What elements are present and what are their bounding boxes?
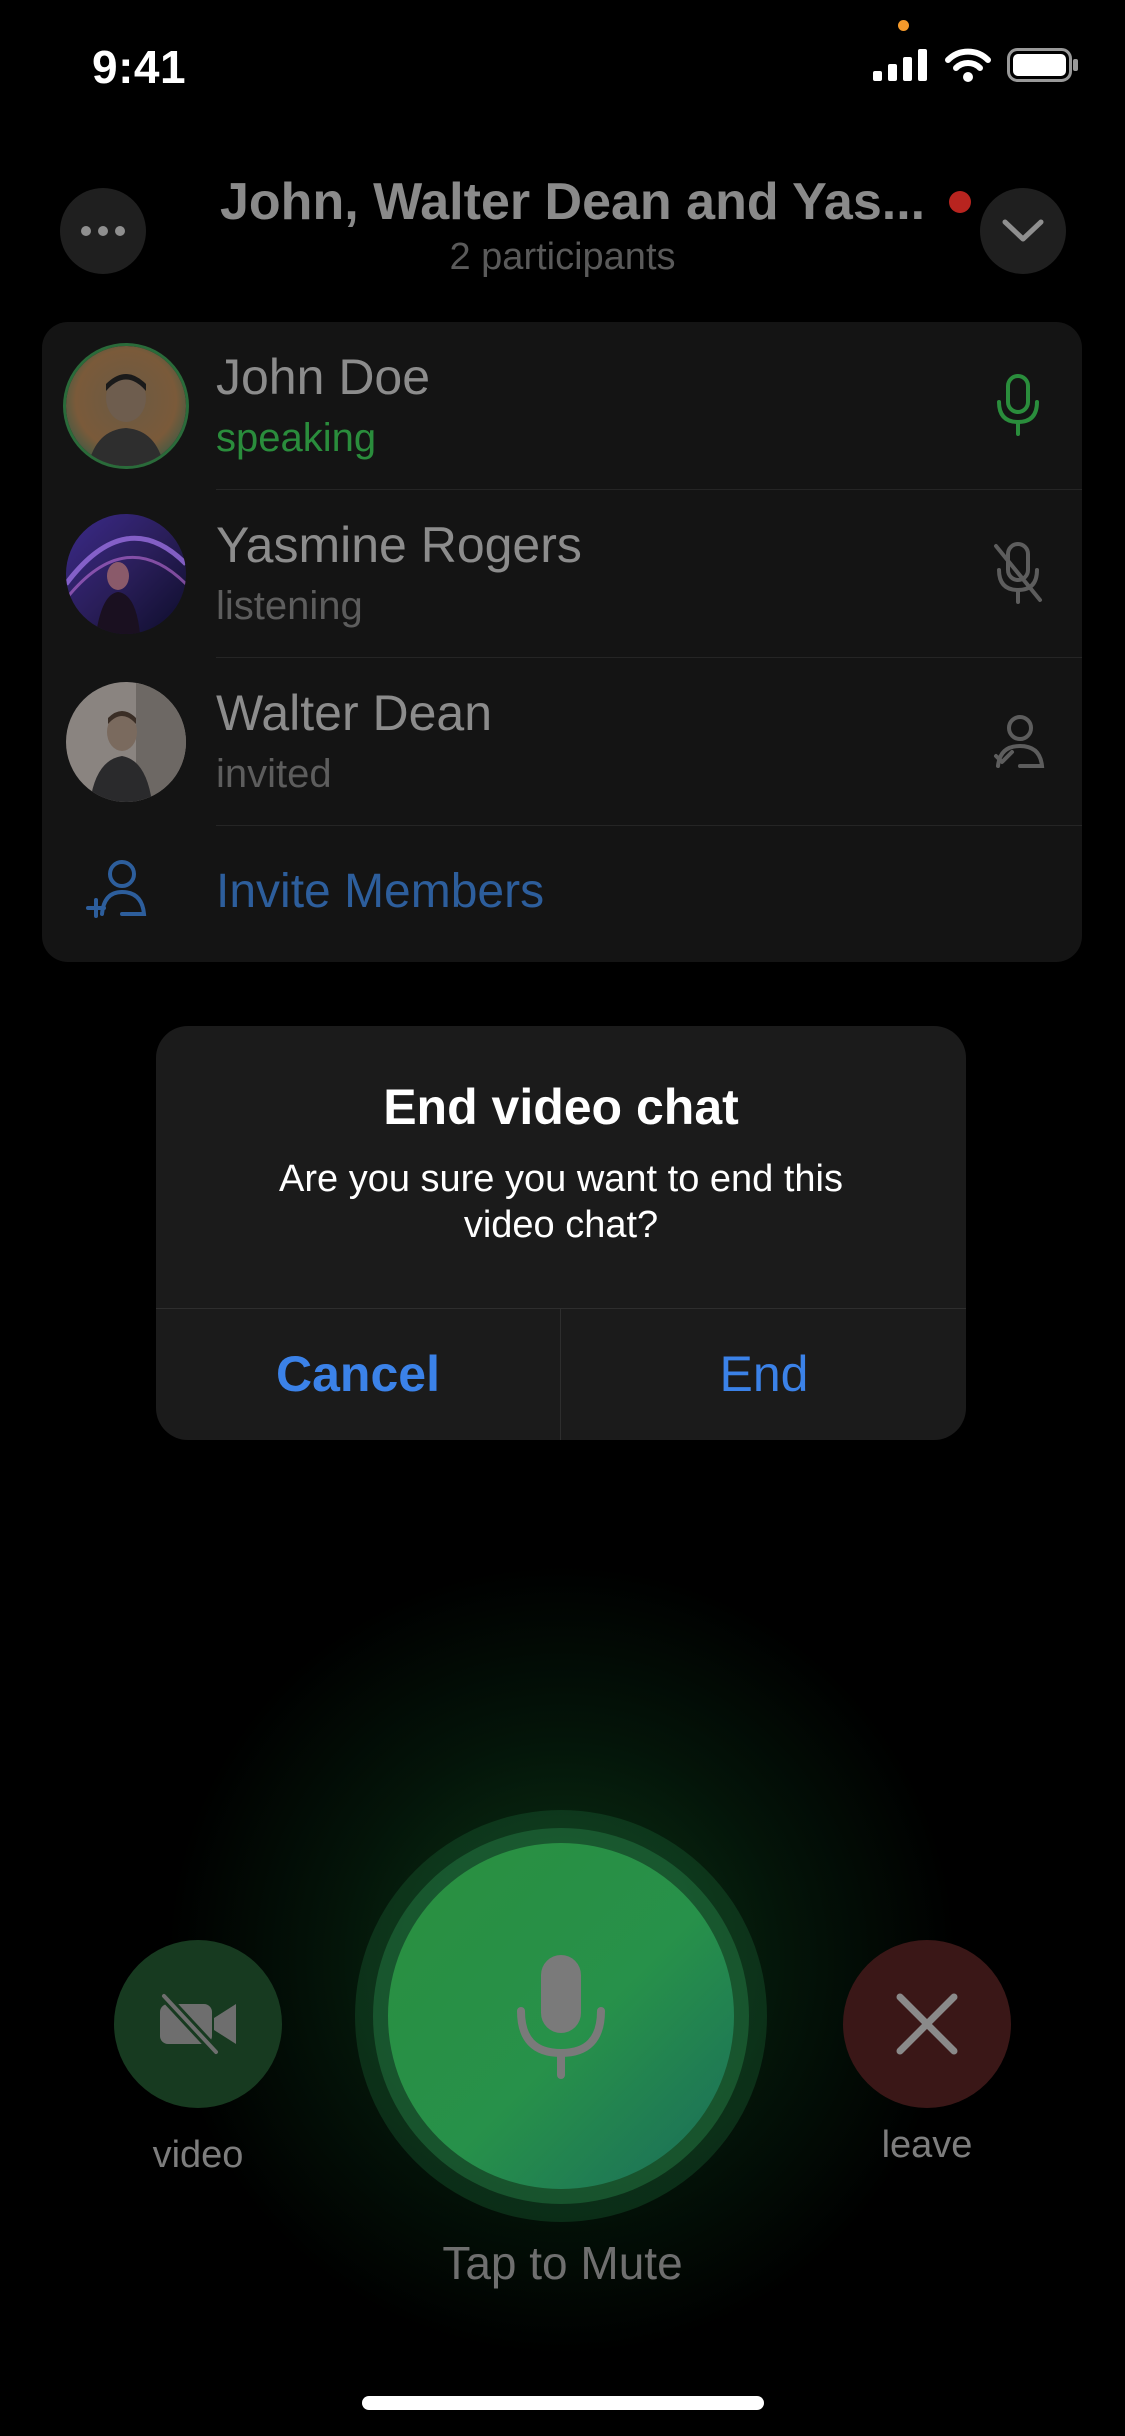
dialog-message: Are you sure you want to end this video … — [279, 1158, 843, 1246]
dialog-button-divider — [560, 1308, 561, 1440]
participant-row[interactable]: Yasmine Rogers listening — [42, 490, 1082, 658]
cellular-signal-icon — [873, 49, 927, 81]
call-title: John, Walter Dean and Yas... — [220, 172, 972, 232]
status-indicators — [873, 48, 1079, 82]
dialog-title: End video chat — [383, 1079, 739, 1135]
participant-status: invited — [216, 752, 332, 796]
invite-members-button[interactable]: Invite Members — [42, 826, 1082, 962]
battery-icon — [1007, 48, 1078, 82]
participants-count: 2 participants — [449, 236, 676, 278]
cancel-button[interactable]: Cancel — [156, 1308, 560, 1440]
participant-status: listening — [216, 584, 363, 628]
call-title-text: John, Walter Dean and Yas... — [220, 173, 926, 231]
end-video-chat-dialog: End video chat Are you sure you want to … — [156, 1026, 966, 1440]
avatar — [66, 514, 186, 634]
participant-row[interactable]: John Doe speaking — [42, 322, 1082, 490]
ellipsis-icon — [81, 226, 91, 236]
microphone-active-icon[interactable] — [982, 370, 1054, 442]
avatar — [66, 682, 186, 802]
video-label: video — [152, 2134, 244, 2176]
participant-status: speaking — [216, 416, 377, 460]
video-toggle-button[interactable] — [114, 1940, 282, 2108]
microphone-muted-icon[interactable] — [982, 538, 1054, 610]
participant-row[interactable]: Walter Dean invited — [42, 658, 1082, 826]
collapse-button[interactable] — [980, 188, 1066, 274]
status-time: 9:41 — [92, 41, 187, 93]
video-off-icon — [160, 1992, 236, 2056]
add-user-icon — [86, 860, 147, 918]
recording-indicator — [949, 191, 972, 213]
leave-button[interactable] — [843, 1940, 1011, 2108]
participant-name: Yasmine Rogers — [216, 517, 582, 573]
participants-list: John Doe speaking Yasmine Rogers listeni… — [42, 322, 1082, 962]
close-icon — [896, 1993, 958, 2055]
chevron-down-icon — [1002, 219, 1044, 242]
privacy-indicator — [898, 20, 909, 31]
user-invited-icon[interactable] — [982, 706, 1054, 778]
wifi-icon — [945, 48, 991, 82]
end-button[interactable]: End — [562, 1308, 966, 1440]
mute-toggle-button[interactable] — [388, 1843, 734, 2189]
home-indicator[interactable] — [362, 2396, 764, 2410]
avatar — [66, 346, 186, 466]
mic-hint: Tap to Mute — [442, 2237, 683, 2289]
participant-name: Walter Dean — [216, 685, 493, 741]
leave-label: leave — [881, 2124, 973, 2166]
microphone-icon — [517, 1955, 605, 2079]
invite-members-label: Invite Members — [216, 865, 545, 918]
participant-name: John Doe — [216, 349, 431, 405]
